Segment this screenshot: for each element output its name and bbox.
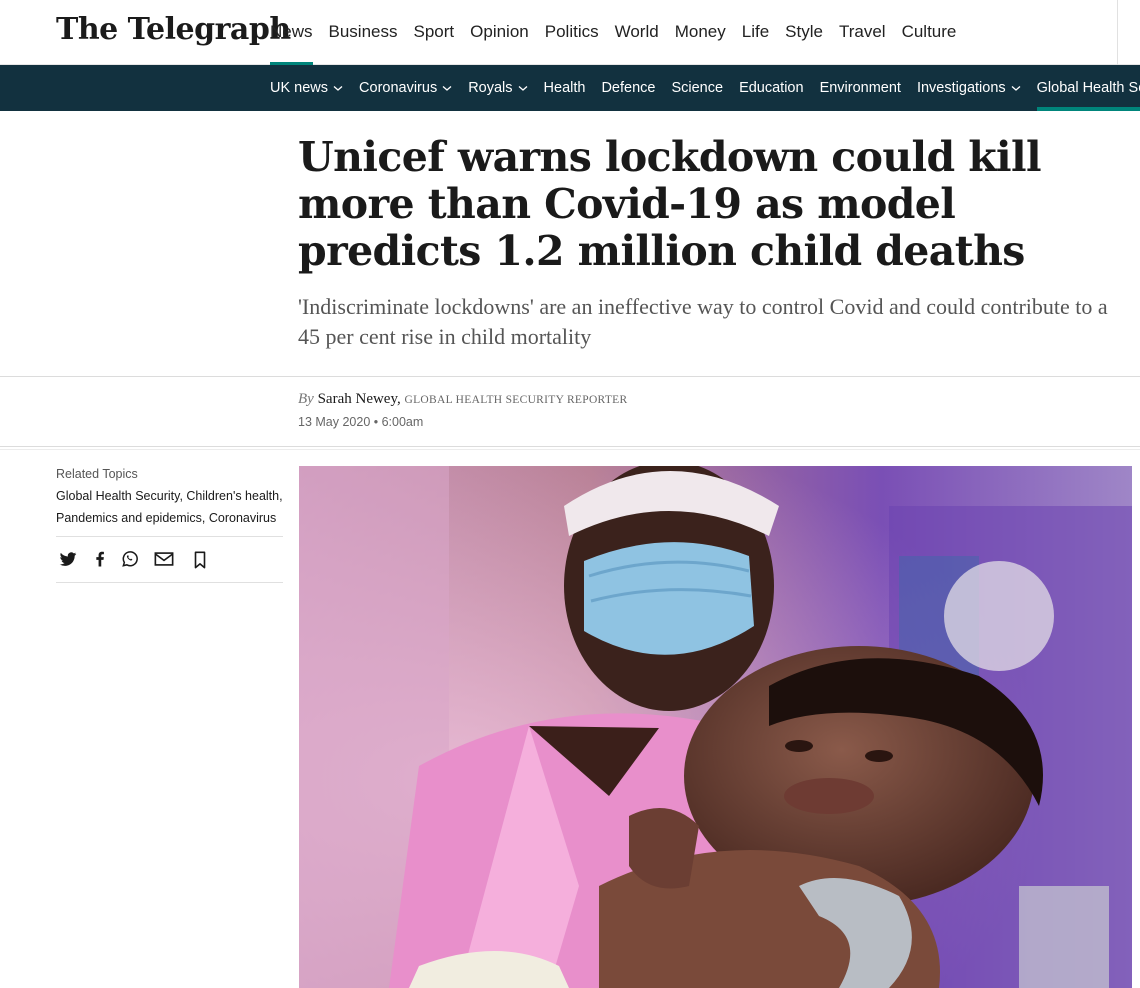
masthead: The Telegraph News Business Sport Opinion Po… [0,0,1140,66]
subnav-item-label: Environment [819,79,901,96]
masthead-divider [1117,0,1118,65]
share-bar [56,536,283,583]
related-topic-link[interactable]: Global Health Security [56,489,179,503]
nav-money[interactable]: Money [675,0,726,65]
subnav-item-label: Investigations [916,79,1006,96]
subnav-item-coronavirus[interactable]: Coronavirus [359,65,452,111]
divider [0,446,1140,447]
nav-opinion[interactable]: Opinion [470,0,529,65]
subnav-item-label: Defence [601,79,656,96]
related-topic-link[interactable]: Pandemics and epidemics [56,511,202,525]
subnav-item-investigations[interactable]: Investigations [917,65,1021,111]
subnav-item-uk-news[interactable]: UK news [270,65,343,111]
chevron-down-icon [1011,86,1021,91]
nav-sport[interactable]: Sport [414,0,455,65]
whatsapp-icon[interactable] [120,549,142,571]
nav-business[interactable]: Business [329,0,398,65]
subnav-item-label: Health [543,79,586,96]
article-headline: Unicef warns lockdown could kill more th… [298,133,1042,275]
related-topic-link[interactable]: Children's health [186,489,279,503]
subnav-item-health[interactable]: Health [544,65,586,111]
divider [0,449,1140,450]
publish-date: 13 May 2020 • 6:00am [298,415,424,429]
topic-separator: , [201,511,209,525]
nav-news[interactable]: News [270,0,313,66]
facebook-icon[interactable] [90,549,112,571]
main-nav: News Business Sport Opinion Politics World Mon… [270,0,972,66]
subnav-item-label: Global Health Security [1036,79,1140,96]
byline: By Sarah Newey, GLOBAL HEALTH SECURITY R… [298,391,627,408]
twitter-icon[interactable] [58,549,80,571]
nav-style[interactable]: Style [785,0,823,65]
chevron-down-icon [518,86,527,91]
nav-politics[interactable]: Politics [545,0,599,65]
nav-culture[interactable]: Culture [902,0,957,65]
related-topics-list: Global Health Security, Children's healt… [56,485,286,529]
telegraph-logo[interactable]: The Telegraph [56,12,291,47]
subnav-item-education[interactable]: Education [739,65,804,111]
subnav-item-global-health-security[interactable]: Global Health Security [1036,65,1140,111]
subnav-item-label: UK news [270,79,329,96]
email-icon[interactable] [153,549,175,571]
author-role: GLOBAL HEALTH SECURITY REPORTER [404,394,628,406]
byline-prefix: By [298,391,314,407]
subnav-item-science[interactable]: Science [671,65,723,111]
nav-travel[interactable]: Travel [839,0,886,65]
chevron-down-icon [442,86,452,91]
subnav-item-label: Education [739,79,804,96]
topic-separator: , [279,489,283,503]
bookmark-icon[interactable] [191,550,213,572]
hero-photo-illustration [299,466,1132,988]
subnav-item-label: Coronavirus [359,79,438,96]
related-topics-label: Related Topics [56,467,138,481]
subnav-item-label: Science [671,79,724,96]
nav-life[interactable]: Life [742,0,769,65]
subnav-items: UK news Coronavirus Royals Health Defence Sci… [270,65,1140,111]
divider [0,376,1140,377]
subnav-item-environment[interactable]: Environment [820,65,901,111]
article-standfirst: 'Indiscriminate lockdowns' are an ineffe… [298,294,1108,349]
article-hero-photo[interactable] [299,466,1132,988]
subnav-item-royals[interactable]: Royals [468,65,527,111]
chevron-down-icon [333,86,343,91]
related-topic-link[interactable]: Coronavirus [209,511,276,525]
author-link[interactable]: Sarah Newey, [318,391,401,407]
subnav-item-defence[interactable]: Defence [601,65,655,111]
nav-world[interactable]: World [615,0,659,65]
subnav-item-label: Royals [468,79,513,96]
section-subnav: UK news Coronavirus Royals Health Defence Sci… [0,65,1140,111]
